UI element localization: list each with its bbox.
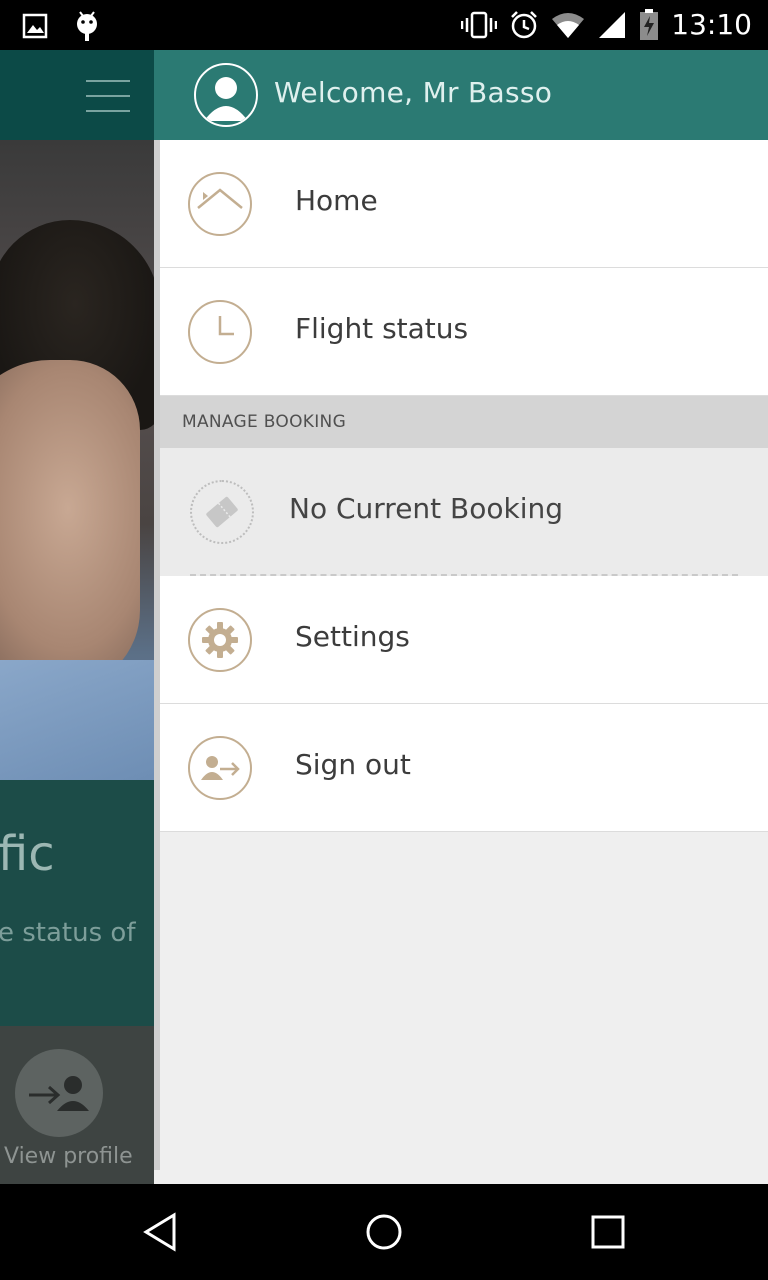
- menu-item-label: Flight status: [295, 312, 469, 345]
- no-current-booking-item[interactable]: No Current Booking: [160, 448, 768, 576]
- background-app-screen: fic e status of View profile: [0, 50, 160, 1184]
- clock-time: 13:10: [671, 8, 752, 41]
- system-navigation-bar: [0, 1184, 768, 1280]
- menu-item-home[interactable]: Home: [160, 140, 768, 268]
- home-icon: [188, 172, 252, 236]
- android-notification-icon: [77, 11, 97, 41]
- menu-item-settings[interactable]: Settings: [160, 576, 768, 704]
- ticket-icon: [190, 480, 254, 544]
- menu-icon[interactable]: [86, 80, 130, 112]
- drawer-header: Welcome, Mr Basso: [154, 50, 768, 140]
- back-icon[interactable]: [140, 1212, 180, 1252]
- vibrate-icon: [461, 11, 498, 39]
- recents-icon[interactable]: [590, 1212, 626, 1252]
- menu-item-label: Home: [295, 184, 378, 217]
- gear-icon: [188, 608, 252, 672]
- drawer-menu: Home Flight status MANAGE BOOKING No Cur…: [160, 140, 768, 832]
- user-icon: [204, 77, 248, 121]
- clock-icon: [188, 300, 252, 364]
- menu-item-label: Sign out: [295, 748, 411, 781]
- background-card-title: fic: [0, 826, 55, 882]
- welcome-text: Welcome, Mr Basso: [274, 76, 553, 109]
- background-card-subtitle: e status of: [0, 918, 136, 948]
- alarm-icon: [511, 11, 538, 39]
- home-nav-icon[interactable]: [364, 1212, 404, 1252]
- menu-item-label: Settings: [295, 620, 410, 653]
- view-profile-icon: [29, 1076, 89, 1111]
- signal-icon: [599, 12, 626, 38]
- section-header-manage-booking: MANAGE BOOKING: [160, 396, 768, 448]
- avatar[interactable]: [194, 63, 258, 127]
- view-profile-label: View profile: [4, 1144, 133, 1169]
- status-bar: 13:10: [0, 0, 768, 50]
- menu-item-flight-status[interactable]: Flight status: [160, 268, 768, 396]
- battery-charging-icon: [640, 9, 659, 40]
- view-profile-button[interactable]: [15, 1049, 103, 1137]
- background-info-card: fic e status of: [0, 780, 160, 1026]
- sign-out-icon: [188, 736, 252, 800]
- image-notification-icon: [22, 13, 48, 39]
- drawer-edge-shadow: [154, 140, 160, 1170]
- booking-label: No Current Booking: [289, 492, 564, 525]
- background-toolbar: [0, 50, 160, 140]
- section-header-label: MANAGE BOOKING: [182, 412, 347, 432]
- wifi-icon: [552, 13, 585, 38]
- menu-item-sign-out[interactable]: Sign out: [160, 704, 768, 832]
- background-bottom-panel: View profile: [0, 1026, 160, 1184]
- navigation-drawer: Welcome, Mr Basso Home Flight status MAN…: [154, 50, 768, 1184]
- background-hero-image: [0, 140, 160, 880]
